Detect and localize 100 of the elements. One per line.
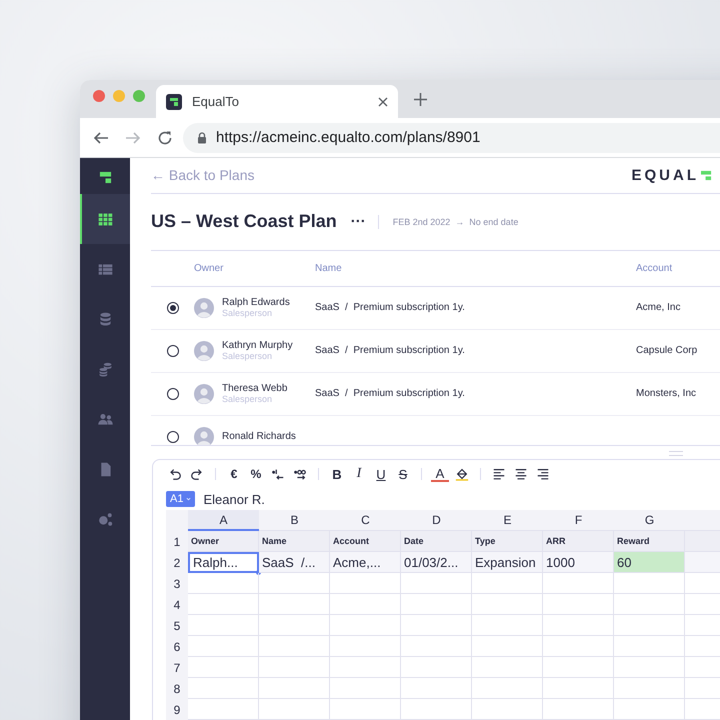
reload-icon[interactable] <box>157 130 173 146</box>
row-header[interactable]: 7 <box>166 657 188 678</box>
row-header[interactable]: 3 <box>166 573 188 594</box>
spreadsheet-cell[interactable] <box>401 573 472 594</box>
text-color-button[interactable]: A <box>431 466 449 482</box>
radio-button[interactable] <box>166 388 178 400</box>
spreadsheet-cell[interactable] <box>401 594 472 616</box>
spreadsheet-cell[interactable]: SaaS /... <box>259 552 330 574</box>
spreadsheet-cell[interactable] <box>614 699 685 720</box>
row-header[interactable]: 9 <box>166 699 188 720</box>
spreadsheet-cell[interactable]: Account <box>330 531 401 552</box>
spreadsheet-cell[interactable] <box>188 594 259 616</box>
spreadsheet-cell[interactable] <box>330 657 401 678</box>
spreadsheet-cell[interactable] <box>188 678 259 700</box>
spreadsheet-cell[interactable] <box>330 615 401 636</box>
spreadsheet-cell[interactable] <box>614 573 685 594</box>
spreadsheet-cell[interactable] <box>259 594 330 616</box>
spreadsheet-cell[interactable]: 60 <box>614 552 685 574</box>
spreadsheet-cell[interactable] <box>330 573 401 594</box>
spreadsheet-cell[interactable] <box>472 573 543 594</box>
spreadsheet-cell[interactable]: ARR <box>543 531 614 552</box>
spreadsheet-cell[interactable] <box>188 615 259 636</box>
spreadsheet-cell[interactable] <box>188 699 259 720</box>
address-bar[interactable]: https://acmeinc.equalto.com/plans/8901 <box>183 122 720 152</box>
minimize-window-icon[interactable] <box>113 90 125 102</box>
italic-button[interactable]: I <box>350 465 368 484</box>
spreadsheet-cell[interactable]: Name <box>259 531 330 552</box>
spreadsheet-cell[interactable]: Expansion <box>472 552 543 574</box>
spreadsheet-cell[interactable] <box>543 699 614 720</box>
spreadsheet-cell[interactable] <box>614 636 685 658</box>
strikethrough-button[interactable]: S <box>394 465 412 484</box>
column-header[interactable]: G <box>614 510 685 532</box>
spreadsheet-cell[interactable] <box>472 615 543 636</box>
close-icon[interactable] <box>378 96 388 106</box>
spreadsheet-cell[interactable]: Reward <box>614 531 685 552</box>
spreadsheet-cell[interactable] <box>401 678 472 700</box>
cell-reference-dropdown[interactable]: A1 <box>166 491 196 508</box>
spreadsheet-cell[interactable] <box>472 594 543 616</box>
spreadsheet-cell[interactable] <box>330 594 401 616</box>
spreadsheet-cell[interactable] <box>614 615 685 636</box>
row-header[interactable]: 8 <box>166 678 188 700</box>
spreadsheet-cell[interactable] <box>472 678 543 700</box>
back-arrow-icon[interactable] <box>93 130 109 146</box>
spreadsheet-cell[interactable] <box>259 678 330 700</box>
spreadsheet-cell[interactable] <box>472 699 543 720</box>
spreadsheet-cell[interactable]: 01/03/2... <box>401 552 472 574</box>
spreadsheet-cell[interactable] <box>543 678 614 700</box>
row-header[interactable]: 2 <box>166 552 188 574</box>
spreadsheet-cell[interactable]: Ralph... <box>188 552 259 574</box>
spreadsheet-cell[interactable]: 1000 <box>543 552 614 574</box>
spreadsheet-cell[interactable] <box>259 573 330 594</box>
browser-tab[interactable]: EqualTo <box>156 85 398 118</box>
spreadsheet-cell[interactable] <box>543 636 614 658</box>
spreadsheet-cell[interactable] <box>472 636 543 658</box>
column-header[interactable]: E <box>472 510 543 532</box>
column-header[interactable]: A <box>188 510 259 532</box>
radio-button[interactable] <box>166 430 178 443</box>
spreadsheet-cell[interactable]: Acme,... <box>330 552 401 574</box>
spreadsheet-cell[interactable] <box>614 594 685 616</box>
spreadsheet-cell[interactable]: Type <box>472 531 543 552</box>
forward-arrow-icon[interactable] <box>125 130 141 146</box>
spreadsheet-cell[interactable] <box>330 699 401 720</box>
spreadsheet-cell[interactable] <box>543 657 614 678</box>
spreadsheet-cell[interactable] <box>543 573 614 594</box>
spreadsheet-cell[interactable] <box>543 615 614 636</box>
format-button[interactable]: € <box>225 465 243 484</box>
column-header[interactable]: F <box>543 510 614 532</box>
column-header[interactable]: B <box>259 510 330 532</box>
spreadsheet-cell[interactable] <box>259 636 330 658</box>
spreadsheet-cell[interactable] <box>259 699 330 720</box>
spreadsheet-cell[interactable] <box>614 657 685 678</box>
spreadsheet-cell[interactable] <box>188 657 259 678</box>
formula-field[interactable]: Eleanor R. <box>203 492 265 507</box>
spreadsheet-cell[interactable] <box>401 657 472 678</box>
spreadsheet-cell[interactable] <box>472 657 543 678</box>
spreadsheet-cell[interactable]: Owner <box>188 531 259 552</box>
spreadsheet-cell[interactable]: Date <box>401 531 472 552</box>
row-header[interactable]: 4 <box>166 594 188 616</box>
column-header[interactable]: C <box>330 510 401 532</box>
spreadsheet-cell[interactable] <box>543 594 614 616</box>
spreadsheet-cell[interactable] <box>401 636 472 658</box>
column-header[interactable]: D <box>401 510 472 532</box>
radio-button[interactable] <box>166 302 178 314</box>
spreadsheet-cell[interactable] <box>614 678 685 700</box>
bold-button[interactable]: B <box>328 465 346 484</box>
row-header[interactable]: 6 <box>166 636 188 658</box>
spreadsheet-cell[interactable] <box>188 636 259 658</box>
spreadsheet-cell[interactable] <box>401 615 472 636</box>
row-header[interactable]: 5 <box>166 615 188 636</box>
new-tab-icon[interactable] <box>414 93 427 106</box>
spreadsheet-cell[interactable] <box>259 615 330 636</box>
spreadsheet-cell[interactable] <box>330 636 401 658</box>
spreadsheet-cell[interactable] <box>330 678 401 700</box>
row-header[interactable]: 1 <box>166 531 188 552</box>
close-window-icon[interactable] <box>93 90 105 102</box>
spreadsheet-cell[interactable] <box>401 699 472 720</box>
more-button[interactable]: ··· <box>346 213 370 230</box>
radio-button[interactable] <box>166 344 178 357</box>
maximize-window-icon[interactable] <box>133 90 145 102</box>
grid-nav-item[interactable] <box>80 194 130 244</box>
